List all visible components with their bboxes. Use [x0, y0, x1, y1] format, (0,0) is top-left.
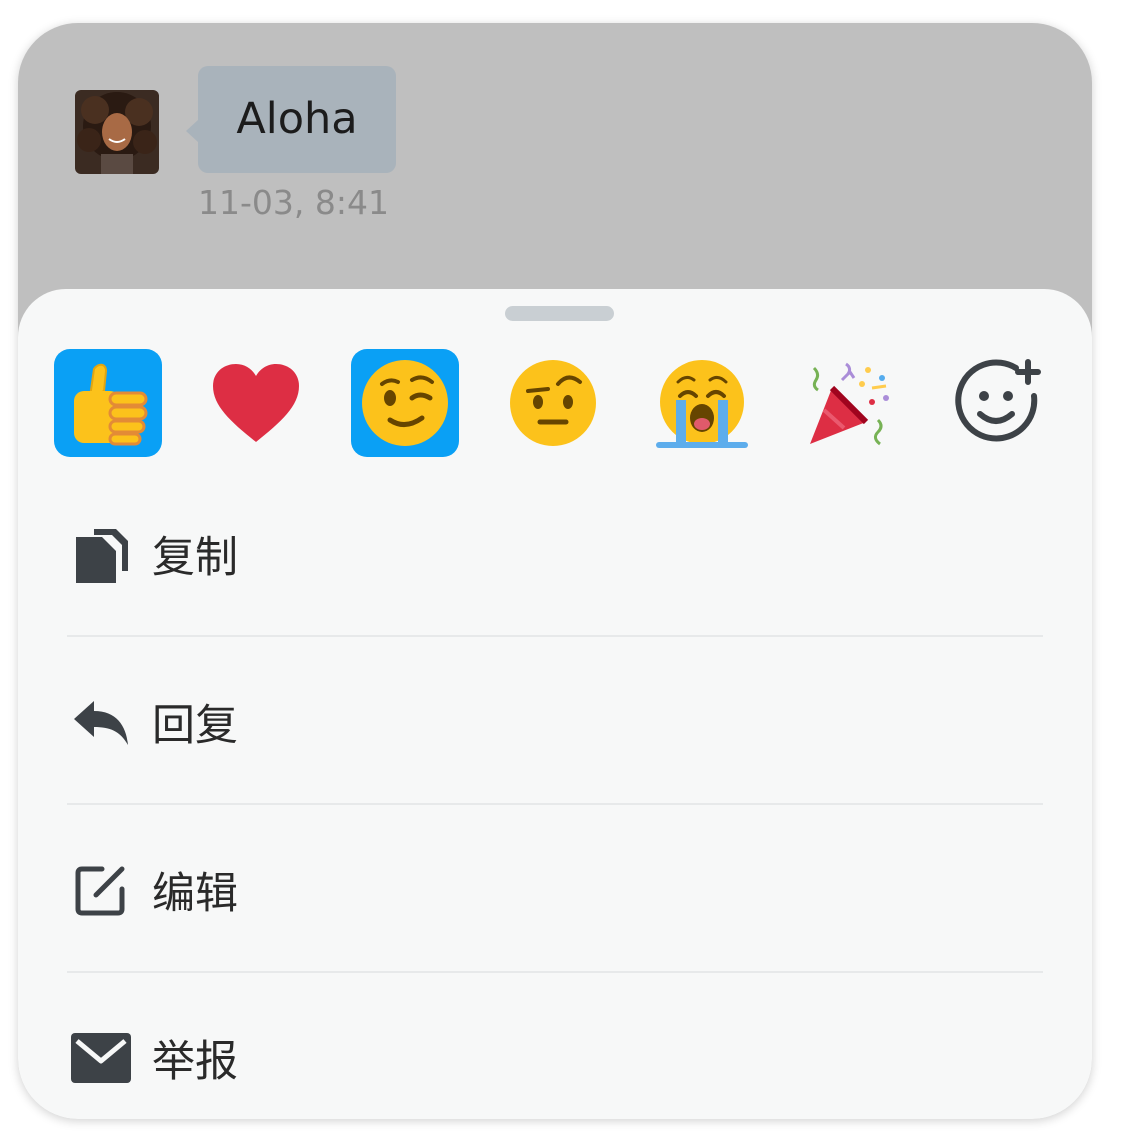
menu-item-label: 复制: [152, 533, 238, 583]
menu-item-label: 举报: [152, 1037, 238, 1087]
winking-face-icon: [362, 360, 448, 446]
report-envelope-icon: [70, 1027, 132, 1089]
menu-item-reply[interactable]: 回复: [18, 667, 1092, 777]
party-popper-icon: [810, 362, 889, 446]
add-reaction-button[interactable]: [945, 349, 1053, 457]
thumbs-up-icon: [74, 363, 148, 446]
edit-icon: [70, 859, 132, 921]
menu-item-label: 编辑: [152, 869, 238, 919]
avatar[interactable]: [75, 90, 159, 174]
reply-icon: [70, 691, 132, 753]
sheet-drag-handle[interactable]: [505, 306, 614, 321]
message-action-screen: Aloha 11-03, 8:41 复制 回复 编辑 举报: [18, 23, 1092, 1119]
loudly-crying-face-icon: [656, 360, 748, 448]
raised-eyebrow-face-icon: [510, 360, 596, 446]
copy-icon: [70, 523, 132, 585]
menu-item-copy[interactable]: 复制: [18, 499, 1092, 609]
reaction-crying[interactable]: [648, 349, 756, 457]
message-text: Aloha: [236, 94, 358, 144]
menu-divider: [67, 971, 1043, 973]
reaction-wink[interactable]: [351, 349, 459, 457]
menu-item-report[interactable]: 举报: [18, 1003, 1092, 1113]
reaction-party[interactable]: [796, 349, 904, 457]
menu-divider: [67, 803, 1043, 805]
add-emoji-icon: [955, 359, 1041, 442]
reaction-heart[interactable]: [202, 349, 310, 457]
menu-divider: [67, 635, 1043, 637]
reaction-raised-eyebrow[interactable]: [499, 349, 607, 457]
menu-item-label: 回复: [152, 701, 238, 751]
message-bubble[interactable]: Aloha: [186, 66, 396, 173]
reaction-thumbs-up[interactable]: [54, 349, 162, 457]
menu-item-edit[interactable]: 编辑: [18, 835, 1092, 945]
message-timestamp: 11-03, 8:41: [198, 183, 389, 222]
action-sheet: 复制 回复 编辑 举报: [18, 289, 1092, 1119]
heart-icon: [213, 364, 299, 442]
